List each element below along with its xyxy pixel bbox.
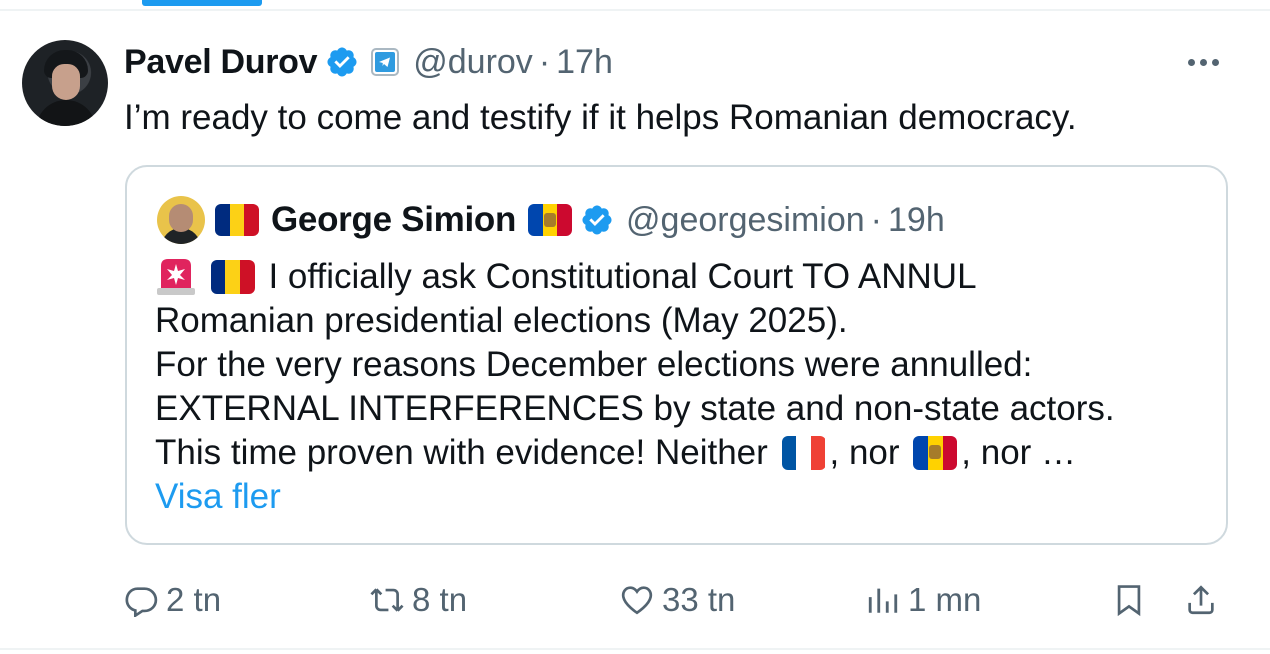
tweet-header: Pavel Durov @durov · 17h: [124, 40, 613, 84]
top-divider: [0, 9, 1270, 11]
reply-count: 2 tn: [166, 581, 222, 618]
quote-line-3: For the very reasons December elections …: [155, 345, 1033, 384]
separator-dot: ·: [870, 200, 882, 239]
quote-line-5b: , nor: [829, 433, 900, 472]
bottom-divider: [0, 648, 1270, 650]
share-icon: [1188, 585, 1214, 615]
quoted-tweet[interactable]: George Simion @georgesimion · 19h I offi…: [125, 165, 1228, 545]
more-options-icon[interactable]: [1188, 52, 1228, 72]
tweet-text: I’m ready to come and testify if it help…: [124, 98, 1077, 137]
telegram-icon[interactable]: [371, 48, 400, 76]
show-more-link[interactable]: Visa fler: [155, 475, 1115, 519]
tweet-time[interactable]: 17h: [556, 43, 613, 82]
repost-button[interactable]: 8 tn: [370, 578, 467, 622]
romania-flag-icon: [215, 204, 259, 236]
views-count: 1 mn: [908, 581, 982, 618]
quote-header: George Simion @georgesimion · 19h: [157, 196, 945, 244]
quote-text: I officially ask Constitutional Court TO…: [155, 255, 1115, 519]
reply-icon: [125, 587, 158, 617]
quote-line-4: EXTERNAL INTERFERENCES by state and non-…: [155, 389, 1115, 428]
quote-author-handle[interactable]: @georgesimion: [626, 201, 865, 240]
verified-badge-icon[interactable]: [325, 45, 359, 79]
bookmark-icon: [1117, 585, 1141, 617]
reply-button[interactable]: 2 tn: [124, 578, 221, 622]
moldova-flag-icon: [913, 435, 958, 470]
heart-icon: [621, 586, 653, 615]
author-avatar[interactable]: [22, 40, 108, 126]
quote-author-avatar[interactable]: [157, 196, 205, 244]
author-handle[interactable]: @durov: [413, 43, 533, 82]
like-count: 33 tn: [662, 581, 736, 618]
tweet-actions: 2 tn 8 tn 33 tn 1 mn: [124, 578, 1234, 622]
quote-line-5: This time proven with evidence! Neither: [155, 433, 768, 472]
views-button[interactable]: 1 mn: [866, 578, 981, 622]
quote-author-name[interactable]: George Simion: [271, 200, 516, 240]
moldova-flag-icon: [528, 204, 572, 236]
bookmark-button[interactable]: [1112, 578, 1146, 622]
quote-time[interactable]: 19h: [888, 201, 945, 240]
repost-icon: [370, 588, 404, 612]
active-tab-indicator: [142, 0, 262, 6]
quote-line-1: I officially ask Constitutional Court TO…: [268, 257, 977, 296]
share-button[interactable]: [1184, 578, 1218, 622]
repost-count: 8 tn: [412, 581, 468, 618]
quote-line-2: Romanian presidential elections (May 202…: [155, 301, 848, 340]
like-button[interactable]: 33 tn: [620, 578, 735, 622]
views-chart-icon: [868, 588, 898, 613]
police-light-icon: [157, 258, 195, 295]
romania-flag-icon: [210, 259, 255, 294]
verified-badge-icon[interactable]: [580, 203, 614, 237]
quote-line-5c: , nor …: [961, 433, 1077, 472]
separator-dot: ·: [538, 42, 551, 81]
author-name[interactable]: Pavel Durov: [124, 43, 318, 82]
france-flag-icon: [781, 435, 826, 470]
